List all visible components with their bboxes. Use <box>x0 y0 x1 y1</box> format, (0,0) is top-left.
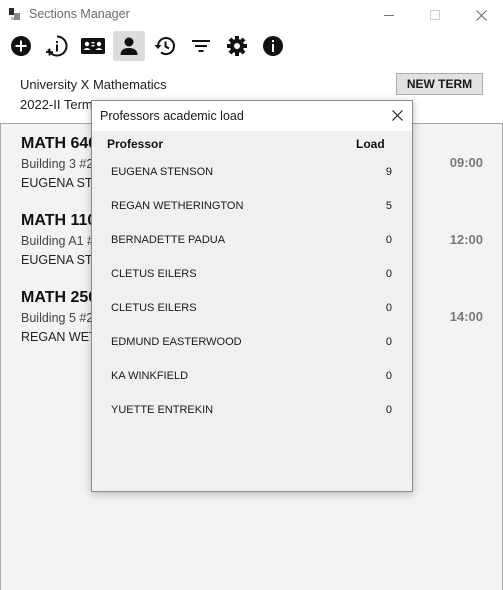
table-row[interactable]: REGAN WETHERINGTON 5 <box>92 189 412 223</box>
professor-load: 0 <box>385 370 392 382</box>
professor-name: EDMUND EASTERWOOD <box>111 336 242 348</box>
minimize-icon <box>384 15 394 16</box>
table-row[interactable]: EUGENA STENSON 9 <box>92 155 412 189</box>
window-title: Sections Manager <box>29 7 130 21</box>
professor-load: 0 <box>385 302 392 314</box>
maximize-button[interactable] <box>412 0 458 30</box>
gear-icon <box>227 36 247 56</box>
close-icon <box>391 109 403 121</box>
info-icon <box>263 36 283 56</box>
table-row[interactable]: CLETUS EILERS 0 <box>92 257 412 291</box>
table-row[interactable]: EDMUND EASTERWOOD 0 <box>92 325 412 359</box>
dialog-title-bar: Professors academic load <box>92 101 412 131</box>
professor-load: 0 <box>385 404 392 416</box>
professor-name: EUGENA STENSON <box>111 166 214 178</box>
dialog-title: Professors academic load <box>100 109 244 123</box>
professor-name: KA WINKFIELD <box>111 370 189 382</box>
professor-name: YUETTE ENTREKIN <box>111 404 214 416</box>
title-bar: Sections Manager <box>0 0 503 30</box>
maximize-icon <box>430 10 440 20</box>
add-section-button[interactable] <box>5 31 37 61</box>
column-header-load[interactable]: Load <box>356 137 385 151</box>
professor-name: CLETUS EILERS <box>111 302 197 314</box>
table-row[interactable]: BERNADETTE PADUA 0 <box>92 223 412 257</box>
table-row[interactable]: KA WINKFIELD 0 <box>92 359 412 393</box>
minimize-button[interactable] <box>366 0 412 30</box>
close-icon <box>475 9 487 21</box>
new-term-button[interactable]: NEW TERM <box>396 73 483 95</box>
table-row[interactable]: YUETTE ENTREKIN 0 <box>92 393 412 427</box>
dialog-close-button[interactable] <box>386 104 408 126</box>
professor-load: 9 <box>385 166 392 178</box>
professor-name: CLETUS EILERS <box>111 268 197 280</box>
professor-name: REGAN WETHERINGTON <box>111 200 244 212</box>
professor-load: 5 <box>385 200 392 212</box>
professor-name: BERNADETTE PADUA <box>111 234 226 246</box>
column-header-professor[interactable]: Professor <box>107 137 163 151</box>
settings-button[interactable] <box>221 31 253 61</box>
professor-load: 0 <box>385 268 392 280</box>
info-plus-icon <box>46 35 68 57</box>
professor-load-table: EUGENA STENSON 9 REGAN WETHERINGTON 5 BE… <box>92 155 412 427</box>
professor-load: 0 <box>385 336 392 348</box>
about-button[interactable] <box>257 31 289 61</box>
section-time: 12:00 <box>449 232 483 247</box>
close-window-button[interactable] <box>458 0 503 30</box>
table-row[interactable]: CLETUS EILERS 0 <box>92 291 412 325</box>
filter-icon <box>192 40 210 52</box>
app-icon <box>9 8 20 20</box>
add-circle-icon <box>11 36 31 56</box>
history-button[interactable] <box>149 31 181 61</box>
section-time: 09:00 <box>449 155 483 170</box>
professors-button[interactable] <box>113 31 145 61</box>
professors-load-dialog: Professors academic load Professor Load … <box>91 100 413 492</box>
filter-button[interactable] <box>185 31 217 61</box>
university-name: University X Mathematics <box>20 77 167 92</box>
term-label: 2022-II Term <box>20 97 93 112</box>
person-icon <box>120 37 138 55</box>
id-card-icon <box>81 38 105 54</box>
toolbar <box>0 30 503 64</box>
classrooms-button[interactable] <box>77 31 109 61</box>
professor-load: 0 <box>385 234 392 246</box>
section-info-button[interactable] <box>41 31 73 61</box>
history-icon <box>154 37 175 56</box>
section-time: 14:00 <box>449 309 483 324</box>
